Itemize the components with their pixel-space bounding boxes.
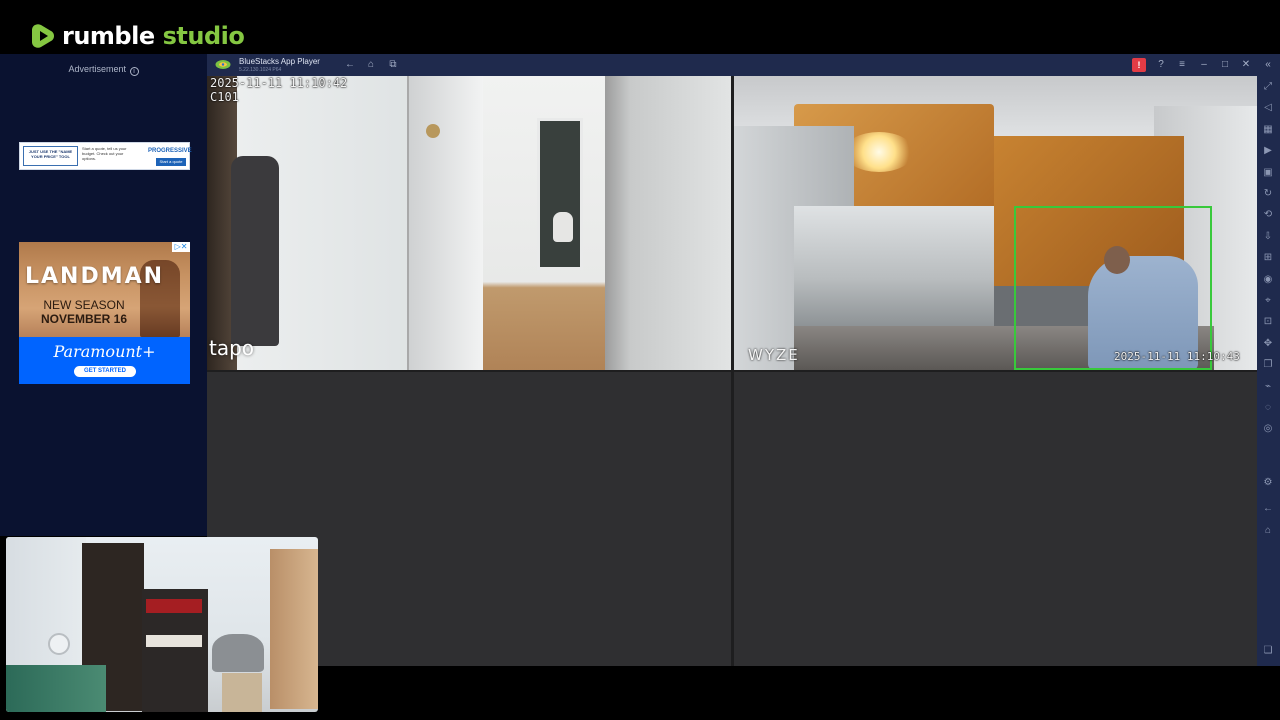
scene-door	[407, 76, 483, 370]
empty-camera-slot[interactable]	[734, 372, 1257, 666]
settings-icon[interactable]: ⚙	[1261, 476, 1275, 490]
camera-tile-tapo[interactable]: 2025-11-11 11:10:42 C101 tapo	[207, 76, 731, 370]
webcam-bag	[212, 634, 264, 672]
home-nav-icon[interactable]: ⌂	[1261, 524, 1275, 538]
start-quote-button[interactable]: Start a quote	[156, 158, 186, 166]
location-icon[interactable]: ⌖	[1261, 294, 1275, 308]
rumble-play-icon	[32, 24, 54, 48]
layers-icon[interactable]: ◌	[1261, 401, 1275, 415]
volume-icon[interactable]: ◁	[1261, 101, 1275, 115]
gamepad-icon[interactable]: ⊞	[1261, 251, 1275, 265]
collapse-icon[interactable]: «	[1261, 58, 1275, 72]
eco-mode-icon[interactable]: ❐	[1261, 358, 1275, 372]
instance-icon[interactable]: ✥	[1261, 337, 1275, 351]
banner-brand: PROGRESSIVE	[148, 148, 192, 154]
rumble-studio-logo: rumble studio	[30, 22, 245, 50]
banner-title: LANDMAN	[25, 264, 165, 289]
media-icon[interactable]: ▶	[1261, 144, 1275, 158]
webcam-fan	[48, 633, 70, 655]
macro-icon[interactable]: ⌁	[1261, 380, 1275, 394]
scene-doorknob	[426, 124, 440, 138]
scene-light	[844, 132, 914, 172]
rotate-icon[interactable]: ↻	[1261, 187, 1275, 201]
brand-word-studio: studio	[162, 22, 245, 50]
camera-tile-wyze[interactable]: WYZE 2025-11-11 11:10:43	[734, 76, 1257, 370]
menu-icon[interactable]: ≡	[1175, 58, 1189, 72]
banner-body: Start a quote, tell us your budget. Chec…	[82, 146, 127, 161]
scene-right-wall	[605, 76, 731, 370]
webcam-white-clothes	[146, 635, 202, 647]
tapo-watermark: tapo	[209, 336, 255, 360]
progressive-ad-banner[interactable]: JUST USE THE "NAME YOUR PRICE" TOOL Star…	[19, 142, 192, 170]
recents-icon[interactable]: ❏	[1261, 644, 1275, 658]
shake-icon[interactable]: ⊡	[1261, 315, 1275, 329]
webcam-red-clothes	[146, 599, 202, 613]
info-icon[interactable]: i	[129, 67, 139, 76]
maximize-icon[interactable]: □	[1218, 58, 1232, 72]
banner-line1: NEW SEASON	[43, 298, 125, 312]
notification-icon[interactable]: !	[1132, 58, 1146, 72]
paramount-logo: Paramount+	[53, 342, 156, 361]
fullscreen-icon[interactable]: ⤢	[1261, 80, 1275, 94]
webcam-door	[270, 549, 318, 709]
wyze-watermark: WYZE	[748, 346, 800, 364]
camera-channel: C101	[210, 90, 239, 104]
grid-divider	[207, 370, 1257, 372]
webcam-basket	[222, 673, 262, 712]
scene-clothes	[231, 156, 279, 346]
sync-icon[interactable]: ⟲	[1261, 208, 1275, 222]
back-icon[interactable]: ←	[343, 58, 357, 72]
help-icon[interactable]: ?	[1154, 58, 1168, 72]
screenshot-icon[interactable]: ▣	[1261, 166, 1275, 180]
install-apk-icon[interactable]: ⇩	[1261, 230, 1275, 244]
banner-line2: NOVEMBER 16	[40, 312, 128, 326]
landman-ad-banner[interactable]: LANDMAN NEW SEASON NOVEMBER 16 ▷✕ Paramo…	[19, 242, 190, 384]
advertisement-label: Advertisement i	[0, 64, 207, 76]
camera-icon[interactable]: ◉	[1261, 273, 1275, 287]
get-started-button[interactable]: GET STARTED	[74, 366, 136, 377]
home-icon[interactable]: ⌂	[364, 58, 378, 72]
close-icon[interactable]: ✕	[1239, 58, 1253, 72]
scene-toilet	[553, 212, 573, 242]
refresh-icon[interactable]: ◎	[1261, 422, 1275, 436]
motion-detection-box	[1014, 206, 1212, 370]
adchoices-icon[interactable]: ▷✕	[172, 242, 190, 252]
scene-bathroom-door	[537, 118, 583, 270]
bluestacks-titlebar: BlueStacks App Player 5.22.130.1024 P64 …	[207, 54, 1280, 76]
copy-icon[interactable]: ⧉	[386, 58, 400, 72]
back-nav-icon[interactable]: ←	[1261, 502, 1275, 516]
brand-word-rumble: rumble	[62, 22, 155, 50]
top-brand-bar: rumble studio	[0, 0, 1280, 54]
webcam-overlay	[6, 537, 318, 712]
webcam-bed	[6, 665, 106, 712]
scene-range-hood	[794, 206, 994, 326]
bluestacks-window: BlueStacks App Player 5.22.130.1024 P64 …	[207, 54, 1280, 666]
window-subtitle: 5.22.130.1024 P64	[239, 67, 282, 73]
camera-timestamp: 2025-11-11 11:10:43	[1114, 350, 1240, 363]
bluestacks-logo-icon	[215, 60, 231, 69]
minimize-icon[interactable]: –	[1197, 58, 1211, 72]
window-title: BlueStacks App Player	[239, 57, 320, 66]
banner-tagline: JUST USE THE "NAME YOUR PRICE" TOOL	[23, 146, 78, 166]
advertisement-text: Advertisement	[68, 64, 126, 74]
ad-sidebar: Advertisement i JUST USE THE "NAME YOUR …	[0, 54, 207, 536]
bluestacks-side-toolbar: ⤢ ◁ ▦ ▶ ▣ ↻ ⟲ ⇩ ⊞ ◉ ⌖ ⊡ ✥ ❐ ⌁ ◌ ◎ ⚙ ← ⌂ …	[1257, 76, 1280, 666]
keyboard-icon[interactable]: ▦	[1261, 123, 1275, 137]
camera-timestamp: 2025-11-11 11:10:42	[210, 76, 348, 90]
